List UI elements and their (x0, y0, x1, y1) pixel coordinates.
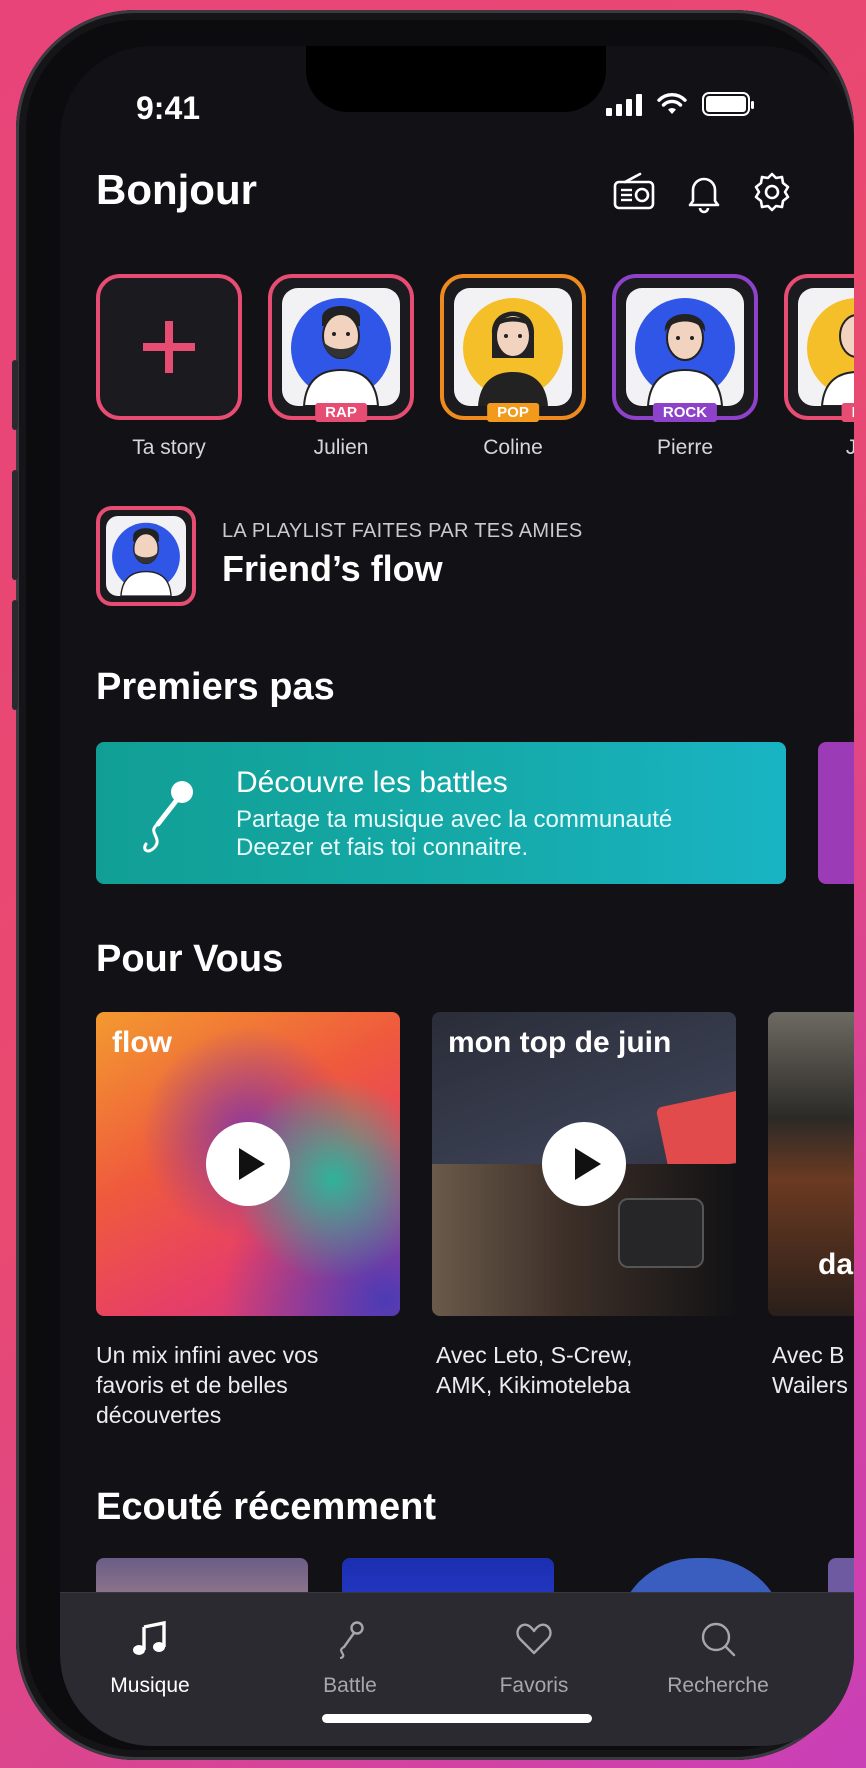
add-story-button[interactable] (96, 274, 242, 420)
cover-caption: Un mix infini avec vos favoris et de bel… (96, 1340, 318, 1430)
story-avatar-frame[interactable]: POP (440, 274, 586, 422)
flow-cover[interactable]: flow (96, 1012, 400, 1316)
section-title-premiers-pas: Premiers pas (96, 666, 335, 708)
status-icons (606, 92, 754, 116)
mute-switch (12, 360, 18, 430)
avatar (798, 288, 854, 406)
phone-frame: 9:41 Bonjour Ta story RAP Julien POP Col… (12, 10, 854, 1760)
story-pierre[interactable]: ROCK Pierre (612, 274, 758, 460)
battle-card-description: Partage ta musique avec la communauté De… (236, 806, 776, 862)
signal-icon (606, 94, 642, 116)
discover-battles-card[interactable]: Découvre les battles Partage ta musique … (96, 742, 786, 884)
search-icon (701, 1622, 736, 1657)
cover-caption: Avec B Wailers (772, 1340, 854, 1400)
caption-line: Avec B (772, 1342, 845, 1368)
avatar (454, 288, 572, 406)
story-avatar-frame[interactable]: RAP (268, 274, 414, 422)
volume-up-button (12, 470, 18, 580)
radio-icon[interactable] (612, 170, 656, 214)
music-note-icon (133, 1620, 166, 1655)
tab-label: Battle (323, 1674, 377, 1697)
wifi-icon (657, 93, 687, 114)
caption-line: Un mix infini avec vos (96, 1342, 319, 1368)
genre-badge: ROCK (652, 403, 718, 422)
story-julien[interactable]: RAP Julien (268, 274, 414, 460)
tab-label: Favoris (499, 1674, 569, 1697)
story-name: Ta story (132, 436, 206, 459)
tab-musique[interactable]: Musique (60, 1619, 240, 1698)
next-card-peek[interactable] (818, 742, 854, 884)
story-add[interactable]: Ta story (96, 274, 242, 460)
plus-icon (143, 321, 195, 373)
tab-battle[interactable]: Battle (260, 1619, 440, 1698)
notch (306, 46, 606, 112)
avatar (626, 288, 744, 406)
tab-favoris[interactable]: Favoris (444, 1619, 624, 1698)
story-partial[interactable]: R Ju (784, 274, 854, 460)
caption-line: découvertes (96, 1402, 222, 1428)
play-button[interactable] (206, 1122, 290, 1206)
home-indicator[interactable] (322, 1714, 592, 1723)
section-title-ecoute-recemment: Ecouté récemment (96, 1486, 437, 1528)
story-coline[interactable]: POP Coline (440, 274, 586, 460)
cover-title: mon top de juin (448, 1026, 672, 1059)
battle-card-title: Découvre les battles (236, 766, 508, 799)
battle-card-desc-line: Partage ta musique avec la communauté (236, 806, 673, 833)
app-screen: 9:41 Bonjour Ta story RAP Julien POP Col… (60, 46, 854, 1746)
tab-recherche[interactable]: Recherche (628, 1619, 808, 1698)
section-title-pour-vous: Pour Vous (96, 938, 284, 980)
bell-icon[interactable] (682, 170, 726, 214)
friends-flow-thumbnail[interactable] (96, 506, 196, 606)
cover-title: da (818, 1248, 854, 1281)
microphone-icon (143, 781, 193, 853)
caption-line: Wailers (772, 1372, 848, 1398)
tab-label: Musique (110, 1674, 190, 1697)
battery-icon (702, 92, 754, 116)
page-title: Bonjour (96, 166, 257, 213)
story-avatar-frame[interactable]: ROCK (612, 274, 758, 422)
settings-icon[interactable] (750, 170, 794, 214)
status-time: 9:41 (136, 90, 201, 126)
battle-card-desc-line: Deezer et fais toi connaitre. (236, 834, 529, 861)
story-avatar-frame[interactable]: R (784, 274, 854, 422)
cover-caption: Avec Leto, S-Crew, AMK, Kikimoteleba (436, 1340, 632, 1400)
avatar (282, 288, 400, 406)
avatar (106, 516, 186, 596)
play-button[interactable] (542, 1122, 626, 1206)
genre-badge: POP (487, 403, 539, 422)
friends-flow-title[interactable]: Friend’s flow (222, 548, 443, 590)
tab-label: Recherche (667, 1674, 769, 1697)
cover-title: flow (112, 1026, 172, 1059)
stories-row: Ta story RAP Julien POP Coline ROCK Pier… (96, 274, 854, 459)
heart-icon (516, 1623, 552, 1655)
artist-mix-cover[interactable]: da (768, 1012, 854, 1316)
microphone-icon (339, 1621, 364, 1660)
story-name: Ju (845, 436, 854, 459)
friends-flow-kicker: LA PLAYLIST FAITES PAR TES AMIES (222, 520, 583, 542)
genre-badge: RAP (315, 403, 367, 422)
caption-line: favoris et de belles (96, 1372, 288, 1398)
caption-line: Avec Leto, S-Crew, (436, 1342, 633, 1368)
volume-down-button (12, 600, 18, 710)
genre-badge: R (841, 403, 854, 422)
top-juin-cover[interactable]: mon top de juin (432, 1012, 736, 1316)
story-name: Julien (313, 436, 369, 459)
story-name: Pierre (656, 436, 714, 459)
caption-line: AMK, Kikimoteleba (436, 1372, 631, 1398)
story-name: Coline (483, 436, 543, 459)
